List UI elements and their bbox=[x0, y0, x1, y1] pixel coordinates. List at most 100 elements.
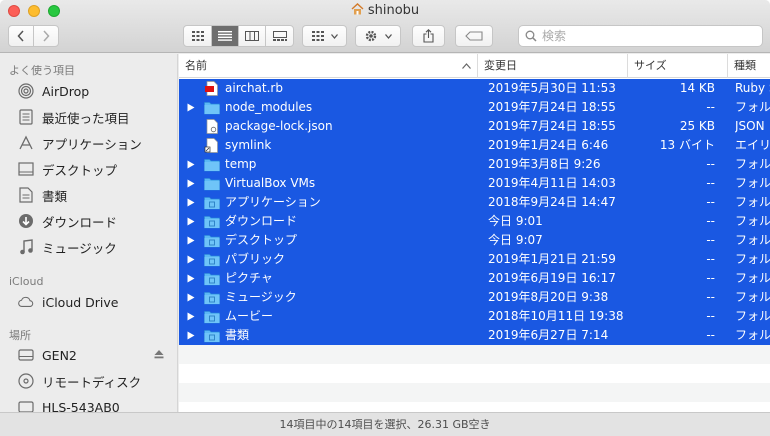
sidebar: よく使う項目 AirDrop 最近使った項目 アプリケーション デスクトップ 書… bbox=[0, 54, 178, 412]
documents-folder-icon bbox=[204, 330, 220, 343]
back-button[interactable] bbox=[9, 26, 34, 46]
json-file-icon bbox=[206, 119, 218, 134]
finder-window: shinobu 検索 よく使う項目 AirDrop 最近使った項目 アプリケーシ… bbox=[0, 0, 770, 436]
file-row[interactable]: パブリック 2019年1月21日 21:59 -- フォル bbox=[179, 250, 770, 269]
disclosure-triangle-icon[interactable] bbox=[187, 288, 197, 307]
navigation-buttons bbox=[8, 25, 59, 47]
sidebar-item-label: 最近使った項目 bbox=[42, 110, 130, 126]
desktop-icon bbox=[18, 161, 34, 177]
column-view-button[interactable] bbox=[239, 26, 266, 46]
desktop-folder-icon bbox=[204, 235, 220, 248]
disclosure-triangle-icon[interactable] bbox=[187, 269, 197, 288]
search-input[interactable] bbox=[542, 29, 742, 43]
icon-view-button[interactable] bbox=[184, 26, 212, 46]
file-row[interactable]: package-lock.json 2019年7月24日 18:55 25 KB JS… bbox=[179, 117, 770, 136]
file-row[interactable]: VirtualBox VMs 2019年4月11日 14:03 -- フォル bbox=[179, 174, 770, 193]
sidebar-header-icloud: iCloud bbox=[9, 275, 44, 288]
gallery-view-button[interactable] bbox=[266, 26, 293, 46]
empty-row bbox=[179, 364, 770, 383]
empty-row bbox=[179, 345, 770, 364]
file-size: -- bbox=[706, 100, 715, 114]
sidebar-item-label: HLS-543AB0 bbox=[42, 399, 120, 413]
file-size: -- bbox=[706, 233, 715, 247]
columns-icon bbox=[245, 31, 259, 41]
disclosure-triangle-icon[interactable] bbox=[187, 307, 197, 326]
column-header: 名前 変更日 サイズ 種類 bbox=[179, 54, 770, 78]
file-row[interactable]: symlink 2019年1月24日 6:46 13 バイト エイリ bbox=[179, 136, 770, 155]
disclosure-triangle-icon[interactable] bbox=[187, 98, 197, 117]
disclosure-triangle-icon[interactable] bbox=[187, 250, 197, 269]
music-icon bbox=[18, 239, 34, 255]
column-date-header[interactable]: 変更日 bbox=[477, 54, 627, 78]
file-size: -- bbox=[706, 214, 715, 228]
file-date: 2019年7月24日 18:55 bbox=[488, 119, 616, 133]
sidebar-item-label: デスクトップ bbox=[42, 162, 118, 178]
file-row[interactable]: ミュージック 2019年8月20日 9:38 -- フォル bbox=[179, 288, 770, 307]
disclosure-triangle-icon[interactable] bbox=[187, 193, 197, 212]
action-button[interactable] bbox=[355, 25, 401, 47]
file-size: -- bbox=[706, 176, 715, 190]
sidebar-item-desktop[interactable]: デスクトップ bbox=[0, 157, 177, 181]
eject-icon[interactable] bbox=[154, 349, 164, 359]
column-size-header[interactable]: サイズ bbox=[627, 54, 727, 78]
gear-icon bbox=[365, 30, 377, 42]
column-kind-header[interactable]: 種類 bbox=[727, 54, 770, 78]
column-name-header[interactable]: 名前 bbox=[179, 54, 477, 78]
sidebar-item-downloads[interactable]: ダウンロード bbox=[0, 209, 177, 233]
file-row[interactable]: ダウンロード 今日 9:01 -- フォル bbox=[179, 212, 770, 231]
empty-row bbox=[179, 402, 770, 412]
sidebar-item-label: アプリケーション bbox=[42, 136, 142, 152]
file-row[interactable]: ピクチャ 2019年6月19日 16:17 -- フォル bbox=[179, 269, 770, 288]
file-row[interactable]: temp 2019年3月8日 9:26 -- フォル bbox=[179, 155, 770, 174]
file-date: 2019年1月24日 6:46 bbox=[488, 138, 609, 152]
disclosure-triangle-icon[interactable] bbox=[187, 174, 197, 193]
file-row[interactable]: airchat.rb 2019年5月30日 11:53 14 KB Ruby S bbox=[179, 79, 770, 98]
file-date: 2019年7月24日 18:55 bbox=[488, 100, 616, 114]
sidebar-item-label: AirDrop bbox=[42, 83, 90, 99]
pictures-folder-icon bbox=[204, 273, 220, 286]
file-row[interactable]: デスクトップ 今日 9:07 -- フォル bbox=[179, 231, 770, 250]
file-row[interactable]: node_modules 2019年7月24日 18:55 -- フォル bbox=[179, 98, 770, 117]
file-row[interactable]: アプリケーション 2018年9月24日 14:47 -- フォル bbox=[179, 193, 770, 212]
music-folder-icon bbox=[204, 292, 220, 305]
sidebar-item-music[interactable]: ミュージック bbox=[0, 235, 177, 259]
sidebar-item-gen2[interactable]: GEN2 bbox=[0, 343, 177, 367]
applications-folder-icon bbox=[204, 197, 220, 210]
view-mode-control bbox=[183, 25, 294, 47]
sidebar-item-airdrop[interactable]: AirDrop bbox=[0, 79, 177, 103]
forward-button[interactable] bbox=[34, 26, 58, 46]
group-button[interactable] bbox=[302, 25, 347, 47]
sidebar-item-documents[interactable]: 書類 bbox=[0, 183, 177, 207]
empty-row bbox=[179, 383, 770, 402]
list-view-button[interactable] bbox=[212, 26, 239, 46]
status-text: 14項目中の14項目を選択、26.31 GB空き bbox=[279, 418, 491, 431]
tags-button[interactable] bbox=[455, 25, 493, 47]
disclosure-triangle-icon[interactable] bbox=[187, 212, 197, 231]
share-button[interactable] bbox=[412, 25, 445, 47]
ruby-file-icon bbox=[205, 81, 218, 96]
file-name: temp bbox=[225, 157, 257, 171]
file-row[interactable]: 書類 2019年6月27日 7:14 -- フォル bbox=[179, 326, 770, 345]
disclosure-triangle-icon[interactable] bbox=[187, 326, 197, 345]
sidebar-item-icloud-drive[interactable]: iCloud Drive bbox=[0, 290, 177, 314]
sidebar-item-hls[interactable]: HLS-543AB0 bbox=[0, 395, 177, 413]
file-size: 13 バイト bbox=[659, 138, 715, 152]
recents-icon bbox=[18, 109, 34, 125]
home-icon bbox=[351, 3, 364, 15]
sidebar-item-recents[interactable]: 最近使った項目 bbox=[0, 105, 177, 129]
file-date: 2019年8月20日 9:38 bbox=[488, 290, 609, 304]
column-date-label: 変更日 bbox=[484, 59, 517, 72]
file-date: 2019年5月30日 11:53 bbox=[488, 81, 616, 95]
file-size: -- bbox=[706, 271, 715, 285]
folder-icon bbox=[204, 159, 220, 172]
search-field[interactable] bbox=[518, 25, 763, 47]
disclosure-triangle-icon[interactable] bbox=[187, 155, 197, 174]
disclosure-triangle-icon[interactable] bbox=[187, 231, 197, 250]
file-size: -- bbox=[706, 252, 715, 266]
folder-icon bbox=[204, 178, 220, 191]
window-title-text: shinobu bbox=[367, 3, 420, 18]
sidebar-item-remote-disc[interactable]: リモートディスク bbox=[0, 369, 177, 393]
file-row[interactable]: ムービー 2018年10月11日 19:38 -- フォル bbox=[179, 307, 770, 326]
sidebar-item-applications[interactable]: アプリケーション bbox=[0, 131, 177, 155]
column-kind-label: 種類 bbox=[734, 59, 756, 72]
